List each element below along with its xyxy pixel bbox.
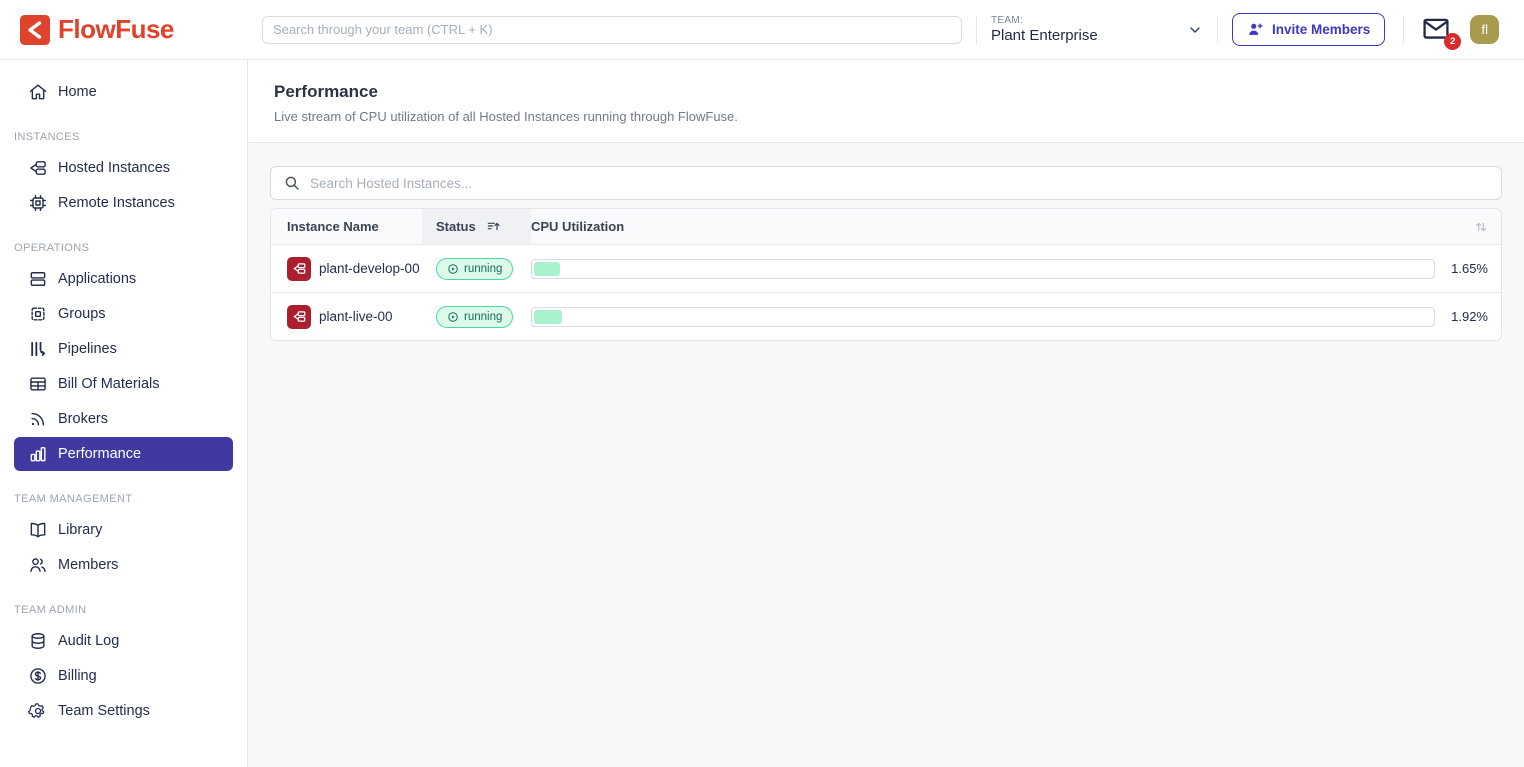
main-content: Performance Live stream of CPU utilizati… — [248, 60, 1524, 767]
bar-chart-icon — [28, 444, 48, 464]
sidebar-item-label: Groups — [58, 306, 106, 322]
play-circle-icon — [447, 311, 459, 323]
applications-icon — [28, 269, 48, 289]
cpu-utilization-value: 1.65% — [1435, 261, 1501, 276]
instance-icon — [287, 305, 311, 329]
sidebar-item-label: Hosted Instances — [58, 160, 170, 176]
cpu-utilization-bar — [531, 307, 1435, 327]
sidebar-item-label: Bill Of Materials — [58, 376, 160, 392]
sidebar-item-bill-of-materials[interactable]: Bill Of Materials — [14, 367, 233, 401]
sort-arrows-icon[interactable] — [1435, 219, 1501, 235]
status-badge: running — [436, 306, 513, 328]
instance-name: plant-live-00 — [319, 309, 393, 324]
cpu-utilization-fill — [534, 310, 562, 324]
cpu-chip-icon — [28, 193, 48, 213]
sidebar-item-label: Remote Instances — [58, 195, 175, 211]
invite-members-button[interactable]: Invite Members — [1232, 13, 1385, 46]
team-selector[interactable]: TEAM: Plant Enterprise — [991, 15, 1203, 44]
divider — [1403, 16, 1404, 44]
sidebar-item-label: Pipelines — [58, 341, 117, 357]
play-circle-icon — [447, 263, 459, 275]
rss-icon — [28, 409, 48, 429]
status-badge: running — [436, 258, 513, 280]
instance-name: plant-develop-00 — [319, 261, 420, 276]
home-icon — [28, 82, 48, 102]
sidebar-item-billing[interactable]: Billing — [14, 659, 233, 693]
sort-ascending-icon — [486, 219, 502, 235]
sidebar-item-label: Team Settings — [58, 703, 150, 719]
sidebar-item-label: Brokers — [58, 411, 108, 427]
sidebar-section-operations: OPERATIONS — [14, 242, 247, 254]
instance-search — [270, 166, 1502, 200]
sidebar-item-label: Billing — [58, 668, 97, 684]
sidebar-item-label: Performance — [58, 446, 141, 462]
flowfuse-logo-icon — [20, 15, 50, 45]
status-text: running — [464, 263, 502, 275]
instance-icon — [287, 257, 311, 281]
sidebar-section-team-management: TEAM MANAGEMENT — [14, 493, 247, 505]
sidebar: Home INSTANCES Hosted Instances Remote I… — [0, 60, 248, 767]
sidebar-item-label: Home — [58, 84, 97, 100]
notifications-button[interactable]: 2 — [1422, 17, 1452, 43]
notification-count-badge: 2 — [1444, 33, 1461, 50]
chevron-down-icon[interactable] — [1187, 22, 1203, 38]
invite-members-label: Invite Members — [1272, 22, 1370, 37]
team-label: TEAM: — [991, 15, 1098, 26]
instance-search-input[interactable] — [310, 176, 1489, 191]
sidebar-item-audit-log[interactable]: Audit Log — [14, 624, 233, 658]
sidebar-item-remote-instances[interactable]: Remote Instances — [14, 186, 233, 220]
user-plus-icon — [1247, 21, 1264, 38]
divider — [976, 16, 977, 44]
top-header: FlowFuse TEAM: Plant Enterprise Invite M… — [0, 0, 1524, 60]
sidebar-section-instances: INSTANCES — [14, 131, 247, 143]
column-header-status-label: Status — [436, 219, 476, 234]
sidebar-item-label: Applications — [58, 271, 136, 287]
hosted-instances-icon — [28, 158, 48, 178]
page-subtitle: Live stream of CPU utilization of all Ho… — [274, 109, 1498, 124]
book-open-icon — [28, 520, 48, 540]
sidebar-item-hosted-instances[interactable]: Hosted Instances — [14, 151, 233, 185]
sidebar-item-groups[interactable]: Groups — [14, 297, 233, 331]
column-header-instance-name[interactable]: Instance Name — [271, 219, 422, 234]
sidebar-item-label: Audit Log — [58, 633, 119, 649]
column-header-status[interactable]: Status — [422, 209, 531, 244]
cpu-utilization-fill — [534, 262, 560, 276]
table-header-row: Instance Name Status CPU Utilization — [271, 209, 1501, 244]
sidebar-item-applications[interactable]: Applications — [14, 262, 233, 296]
flowfuse-logo[interactable]: FlowFuse — [20, 14, 248, 45]
sidebar-item-pipelines[interactable]: Pipelines — [14, 332, 233, 366]
users-icon — [28, 555, 48, 575]
sidebar-item-library[interactable]: Library — [14, 513, 233, 547]
avatar[interactable]: fl — [1470, 15, 1499, 44]
table-row[interactable]: plant-develop-00 running 1.65% — [271, 244, 1501, 292]
sidebar-item-label: Members — [58, 557, 118, 573]
status-text: running — [464, 311, 502, 323]
divider — [1217, 16, 1218, 44]
cpu-utilization-bar — [531, 259, 1435, 279]
table-icon — [28, 374, 48, 394]
sidebar-item-home[interactable]: Home — [14, 75, 233, 109]
search-icon — [283, 174, 301, 192]
groups-icon — [28, 304, 48, 324]
column-header-cpu-utilization: CPU Utilization — [531, 219, 1435, 234]
table-row[interactable]: plant-live-00 running 1.92% — [271, 292, 1501, 340]
instances-table: Instance Name Status CPU Utilization — [270, 208, 1502, 341]
sidebar-item-brokers[interactable]: Brokers — [14, 402, 233, 436]
dollar-circle-icon — [28, 666, 48, 686]
sidebar-item-performance[interactable]: Performance — [14, 437, 233, 471]
gear-icon — [28, 701, 48, 721]
sidebar-item-members[interactable]: Members — [14, 548, 233, 582]
sidebar-item-label: Library — [58, 522, 102, 538]
sidebar-section-team-admin: TEAM ADMIN — [14, 604, 247, 616]
sidebar-item-team-settings[interactable]: Team Settings — [14, 694, 233, 728]
pipelines-icon — [28, 339, 48, 359]
database-icon — [28, 631, 48, 651]
page-header: Performance Live stream of CPU utilizati… — [248, 60, 1524, 143]
team-name: Plant Enterprise — [991, 27, 1098, 44]
team-search-input[interactable] — [262, 16, 962, 44]
brand-wordmark: FlowFuse — [58, 14, 174, 45]
page-title: Performance — [274, 82, 1498, 102]
cpu-utilization-value: 1.92% — [1435, 309, 1501, 324]
